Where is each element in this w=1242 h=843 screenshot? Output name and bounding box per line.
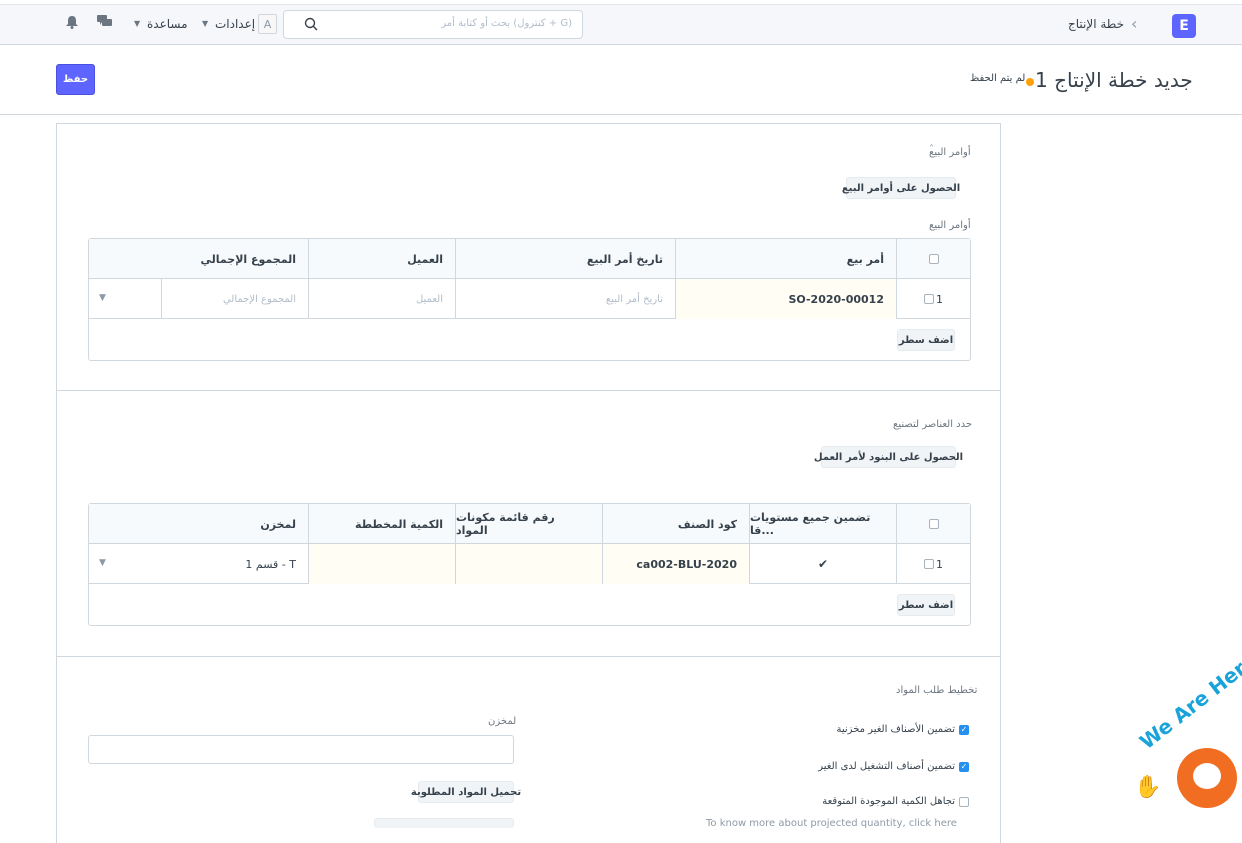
section-divider — [57, 656, 1000, 657]
section-title-material-planning: تخطيط طلب المواد — [896, 685, 978, 696]
status-text: لم يتم الحفظ — [970, 73, 1026, 84]
help-menu[interactable]: مساعدة — [147, 17, 188, 31]
column-header[interactable]: تضمين جميع مستويات قا... — [749, 504, 896, 544]
section-divider — [57, 390, 1000, 391]
breadcrumb[interactable]: خطة الإنتاج — [1068, 17, 1124, 31]
ignore-projected-qty-checkbox[interactable] — [959, 796, 969, 807]
app-logo[interactable]: E — [1172, 14, 1196, 38]
sales-order-date-cell[interactable]: تاريخ أمر البيع — [455, 279, 675, 319]
projected-qty-help-link[interactable]: To know more about projected quantity, c… — [706, 818, 957, 829]
search-icon — [304, 17, 318, 31]
customer-cell[interactable]: العميل — [308, 279, 455, 319]
checkbox-label: تضمين أصناف التشغيل لدى الغير — [818, 761, 955, 772]
add-row-button[interactable]: اضف سطر — [897, 329, 955, 351]
sales-order-cell[interactable]: SO-2020-00012 — [675, 279, 896, 319]
avatar[interactable]: A — [258, 14, 277, 34]
chevron-down-icon: ▼ — [202, 19, 209, 28]
dropdown-arrow-icon[interactable]: ▼ — [99, 558, 106, 568]
row-checkbox[interactable] — [924, 559, 934, 569]
chevron-left-icon: ‹ — [1131, 14, 1138, 33]
save-button[interactable]: حفظ — [56, 64, 95, 95]
page-header: جديد خطة الإنتاج 1 لم يتم الحفظ حفظ — [0, 45, 1242, 115]
bell-icon[interactable] — [66, 16, 78, 29]
table-header: تضمين جميع مستويات قا... كود الصنف رقم ق… — [89, 504, 970, 544]
unsaved-indicator-dot — [1026, 78, 1034, 86]
bom-no-cell[interactable] — [455, 544, 602, 584]
chat-bubble-icon — [1193, 763, 1221, 789]
checkbox-label: تضمين الأصناف الغير مخزنية — [836, 724, 955, 735]
checkbox-row[interactable]: تضمين أصناف التشغيل لدى الغير ✓ — [814, 761, 969, 772]
column-header[interactable]: الكمية المخططة — [308, 504, 455, 544]
column-header[interactable]: المجموع الإجمالي — [161, 239, 308, 279]
sales-orders-table-label: أوامر البيع — [929, 220, 971, 231]
waving-hand-icon: ✋ — [1134, 775, 1162, 800]
search-placeholder: بحث أو كتابة أمر (كنترول + G) — [441, 18, 572, 29]
section-title-items: حدد العناصر لتصنيع — [893, 419, 973, 430]
warehouse-label: لمخزن — [488, 716, 517, 727]
include-subassembly-check[interactable]: ✔ — [749, 544, 896, 584]
dropdown-arrow-icon[interactable]: ▼ — [99, 293, 106, 303]
warehouse-cell[interactable]: قسم 1 - T — [89, 544, 308, 584]
we-are-here-label: We Are Here! — [1135, 642, 1242, 754]
column-header[interactable]: رقم قائمة مكونات المواد — [455, 504, 602, 544]
item-code-cell[interactable]: ca002-BLU-2020 — [602, 544, 749, 584]
column-header[interactable]: كود الصنف — [602, 504, 749, 544]
download-required-materials-button[interactable]: تحميل المواد المطلوبة — [411, 781, 521, 803]
warehouse-input[interactable] — [88, 735, 514, 764]
grand-total-cell[interactable]: المجموع الإجمالي — [161, 279, 308, 319]
sales-orders-table: أمر بيع تاريخ أمر البيع العميل المجموع ا… — [88, 238, 971, 361]
chat-bubbles-icon[interactable] — [97, 15, 113, 29]
section-title-sales-orders[interactable]: أوامر البيع — [929, 147, 971, 158]
get-sales-orders-button[interactable]: الحصول على أوامر البيع — [842, 177, 960, 199]
items-table: تضمين جميع مستويات قا... كود الصنف رقم ق… — [88, 503, 971, 626]
row-index: 1 — [936, 292, 943, 306]
checkbox-label: تجاهل الكمية الموجودة المتوقعة — [822, 796, 955, 807]
column-header[interactable]: لمخزن — [89, 504, 308, 544]
planned-qty-cell[interactable] — [308, 544, 455, 584]
row-checkbox[interactable] — [924, 294, 934, 304]
select-all-checkbox[interactable] — [928, 254, 939, 264]
add-row-button[interactable]: اضف سطر — [897, 594, 955, 616]
get-items-for-work-order-button[interactable]: الحصول على البنود لأمر العمل — [814, 446, 963, 468]
chat-launcher-button[interactable] — [1177, 748, 1237, 808]
checkbox-row[interactable]: تجاهل الكمية الموجودة المتوقعة — [814, 796, 969, 807]
table-row[interactable]: 1 ✔ ca002-BLU-2020 قسم 1 - T ▼ — [89, 544, 970, 584]
page-title: جديد خطة الإنتاج 1 — [1035, 68, 1193, 92]
column-header[interactable]: العميل — [308, 239, 455, 279]
form-body: أوامر البيع ˄ الحصول على أوامر البيع أوا… — [56, 123, 1001, 843]
column-header[interactable]: تاريخ أمر البيع — [455, 239, 675, 279]
search-input[interactable]: بحث أو كتابة أمر (كنترول + G) — [283, 10, 583, 39]
table-row[interactable]: 1 SO-2020-00012 تاريخ أمر البيع العميل ا… — [89, 279, 970, 319]
table-header: أمر بيع تاريخ أمر البيع العميل المجموع ا… — [89, 239, 970, 279]
column-header[interactable]: أمر بيع — [675, 239, 896, 279]
select-all-checkbox[interactable] — [928, 519, 939, 529]
chevron-up-icon[interactable]: ˄ — [929, 144, 934, 155]
include-non-stock-checkbox[interactable]: ✓ — [959, 724, 969, 735]
navbar: E ‹ خطة الإنتاج بحث أو كتابة أمر (كنترول… — [0, 4, 1242, 45]
row-index: 1 — [936, 557, 943, 571]
settings-menu[interactable]: إعدادات — [215, 17, 255, 31]
checkbox-row[interactable]: تضمين الأصناف الغير مخزنية ✓ — [824, 724, 969, 735]
include-subcontracted-checkbox[interactable]: ✓ — [959, 761, 969, 772]
chevron-down-icon: ▼ — [134, 19, 141, 28]
